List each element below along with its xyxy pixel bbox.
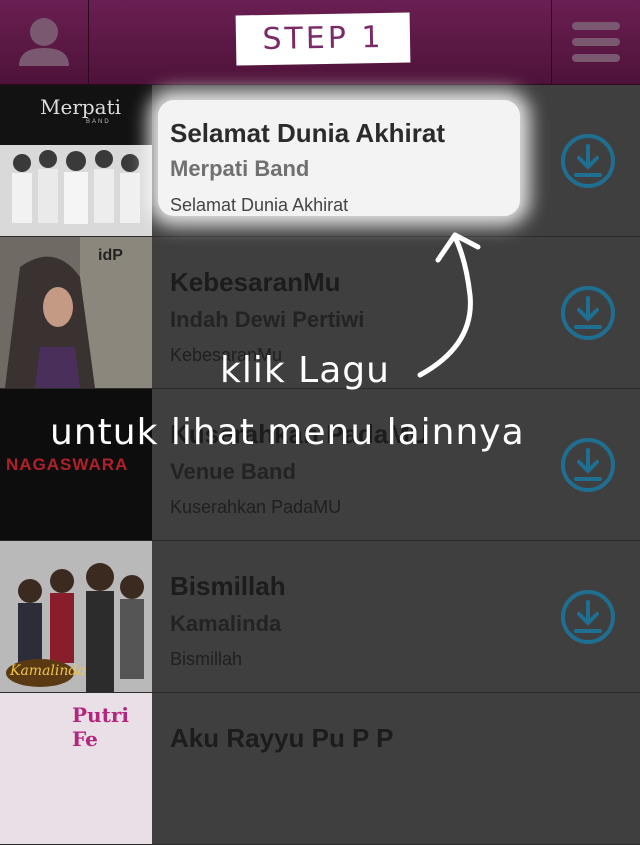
annotation-line-1: klik Lagu (220, 350, 390, 391)
cover-sublabel: BAND (86, 119, 111, 125)
song-highlight[interactable]: Selamat Dunia Akhirat Merpati Band Selam… (158, 100, 520, 216)
hamburger-menu-icon (572, 22, 620, 62)
app-header: Lagu STEP 1 (0, 0, 640, 85)
download-icon[interactable] (560, 285, 616, 341)
download-icon[interactable] (560, 589, 616, 645)
download-icon[interactable] (560, 437, 616, 493)
user-icon (19, 18, 69, 66)
song-artist: Venue Band (170, 459, 296, 484)
download-icon[interactable] (560, 133, 616, 189)
song-artist: Kamalinda (170, 611, 282, 636)
song-album: Selamat Dunia Akhirat (170, 195, 349, 215)
song-row[interactable]: Kamalinda Bismillah Kamalinda Bismillah (0, 541, 640, 693)
album-cover: Putri Fe (0, 693, 152, 844)
menu-button[interactable] (551, 0, 640, 84)
annotation-line-2: untuk lihat menu lainnya (50, 412, 525, 453)
album-cover: idP (0, 237, 152, 388)
cover-label: Putri Fe (72, 703, 129, 751)
song-title: Selamat Dunia Akhirat (170, 118, 446, 148)
song-title: Aku Rayyu Pu P P (170, 723, 394, 753)
profile-button[interactable] (0, 0, 89, 84)
song-artist: Merpati Band (170, 156, 310, 181)
arrow-up-icon (417, 232, 481, 378)
cover-label: NAGASWARA (6, 455, 129, 474)
song-row[interactable]: Putri Fe Aku Rayyu Pu P P (0, 693, 640, 845)
cover-label: Kamalinda (10, 663, 86, 679)
song-album: Kuserahkan PadaMU (170, 497, 342, 517)
album-cover: Kamalinda (0, 541, 152, 692)
song-title: KebesaranMu (170, 267, 341, 297)
album-cover: Merpati BAND (0, 85, 152, 236)
song-album: Bismillah (170, 649, 243, 669)
cover-label: idP (98, 247, 123, 264)
cover-label: Merpati (40, 95, 122, 119)
song-title: Bismillah (170, 571, 286, 601)
song-artist: Indah Dewi Pertiwi (170, 307, 365, 332)
step-label: STEP 1 (237, 14, 409, 64)
